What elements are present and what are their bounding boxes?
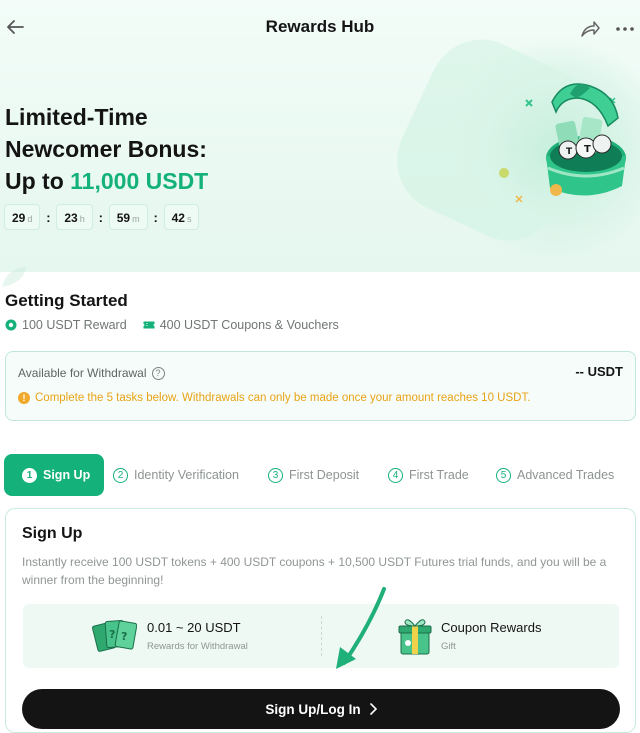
tab-label: Identity Verification xyxy=(134,468,239,482)
getting-started-rewards: 100 USDT Reward 400 USDT Coupons & Vouch… xyxy=(5,318,355,332)
svg-text:T: T xyxy=(584,144,591,155)
svg-text:?: ? xyxy=(121,630,127,643)
withdrawal-label-text: Available for Withdrawal xyxy=(18,366,147,380)
countdown-minutes-value: 59 xyxy=(116,211,131,225)
countdown-hours: 23 h xyxy=(56,204,93,230)
ticket-icon xyxy=(143,321,155,329)
countdown-seconds: 42 s xyxy=(163,204,200,230)
countdown-minutes: 59 m xyxy=(108,204,148,230)
headline-prefix: Up to xyxy=(5,168,71,194)
countdown-seconds-value: 42 xyxy=(171,211,185,225)
withdrawal-reward-amount: 0.01 ~ 20 USDT xyxy=(147,620,241,635)
tab-number: 5 xyxy=(496,467,511,483)
panel-title: Sign Up xyxy=(22,525,83,542)
tab-sign-up[interactable]: 1 Sign Up xyxy=(4,454,105,496)
coupon-reward-caption: Gift xyxy=(441,641,456,652)
countdown-separator: : xyxy=(98,209,103,225)
warning-icon: ! xyxy=(18,392,30,404)
getting-started-title: Getting Started xyxy=(5,291,128,310)
top-bar: Rewards Hub xyxy=(0,0,640,56)
countdown-separator: : xyxy=(46,209,51,225)
headline-line-2: Newcomer Bonus: xyxy=(5,136,207,162)
tab-first-deposit[interactable]: 3 First Deposit xyxy=(268,454,359,496)
help-icon[interactable]: ? xyxy=(151,366,165,380)
coupons-label: 400 USDT Coupons & Vouchers xyxy=(159,318,339,332)
svg-text:T: T xyxy=(566,147,573,157)
tab-identity-verification[interactable]: 2 Identity Verification xyxy=(113,454,239,496)
withdrawal-value: -- USDT xyxy=(575,364,623,379)
coupon-reward: Coupon Rewards Gift xyxy=(397,604,541,668)
sign-up-panel: Sign Up Instantly receive 100 USDT token… xyxy=(5,508,636,733)
panel-description: Instantly receive 100 USDT tokens + 400 … xyxy=(22,555,607,587)
coupon-reward-title: Coupon Rewards xyxy=(441,620,542,635)
tab-label: Advanced Trades xyxy=(517,468,615,482)
tab-first-trade[interactable]: 4 First Trade xyxy=(388,454,469,496)
tab-number: 3 xyxy=(268,467,283,483)
countdown-days-unit: d xyxy=(27,214,33,224)
coupons-item: 400 USDT Coupons & Vouchers xyxy=(143,318,339,332)
countdown-seconds-unit: s xyxy=(186,214,192,224)
gift-box-illustration: T T xyxy=(499,83,626,203)
headline-amount: 11,000 USDT xyxy=(70,168,209,194)
countdown-separator: : xyxy=(153,209,158,225)
countdown-hours-value: 23 xyxy=(64,211,78,225)
tab-label: Sign Up xyxy=(43,468,91,482)
tab-number: 2 xyxy=(113,467,128,483)
countdown-days-value: 29 xyxy=(12,211,26,225)
page-title: Rewards Hub xyxy=(265,17,375,36)
withdrawal-note: ! Complete the 5 tasks below. Withdrawal… xyxy=(18,392,530,404)
countdown-timer: 29 d : 23 h : 59 m : 42 s xyxy=(4,204,200,230)
cards-icon: ? ? xyxy=(92,620,137,652)
withdrawal-reward: ? ? 0.01 ~ 20 USDT Rewards for Withdrawa… xyxy=(91,604,248,668)
headline-line-3: Up to 11,000 USDT xyxy=(5,165,305,197)
usdt-reward-item: 100 USDT Reward xyxy=(5,318,127,332)
countdown-minutes-unit: m xyxy=(132,214,140,224)
divider xyxy=(321,616,322,656)
withdrawal-note-text: Complete the 5 tasks below. Withdrawals … xyxy=(35,392,531,404)
tab-advanced-trades[interactable]: 5 Advanced Trades xyxy=(496,454,614,496)
tab-label: First Deposit xyxy=(289,468,360,482)
tab-number: 4 xyxy=(388,467,403,483)
task-tabs: 1 Sign Up 2 Identity Verification 3 Firs… xyxy=(0,454,640,496)
withdrawal-label: Available for Withdrawal ? xyxy=(18,366,165,380)
countdown-days: 29 d xyxy=(4,204,41,230)
tab-number: 1 xyxy=(22,467,37,483)
headline-line-1: Limited-Time xyxy=(5,104,148,130)
hero-banner: Rewards Hub Limited-Time Newcomer Bonus:… xyxy=(0,0,640,272)
chevron-right-icon xyxy=(369,703,377,715)
countdown-hours-unit: h xyxy=(79,214,85,224)
withdrawal-card: Available for Withdrawal ? -- USDT ! Com… xyxy=(5,351,636,421)
cta-label: Sign Up/Log In xyxy=(265,701,361,717)
gift-icon xyxy=(398,619,432,655)
leaf-decoration-icon xyxy=(2,267,26,287)
bonus-headline: Limited-Time Newcomer Bonus: Up to 11,00… xyxy=(5,101,305,197)
coin-icon xyxy=(5,319,17,331)
more-options-icon[interactable] xyxy=(614,18,636,40)
svg-text:?: ? xyxy=(109,628,115,641)
usdt-reward-label: 100 USDT Reward xyxy=(22,318,127,332)
share-icon[interactable] xyxy=(579,18,601,40)
withdrawal-reward-caption: Rewards for Withdrawal xyxy=(147,641,248,652)
sign-up-login-button[interactable]: Sign Up/Log In xyxy=(22,689,620,729)
rewards-summary: ? ? 0.01 ~ 20 USDT Rewards for Withdrawa… xyxy=(23,604,619,668)
tab-label: First Trade xyxy=(409,468,469,482)
